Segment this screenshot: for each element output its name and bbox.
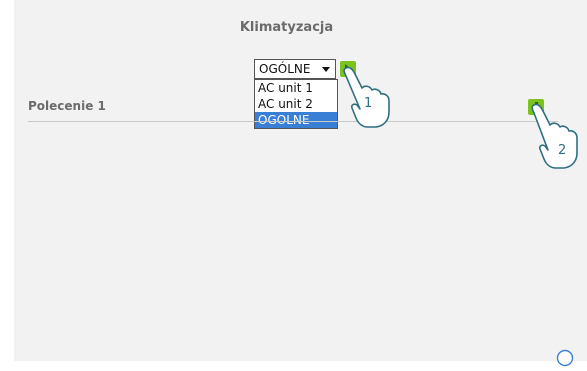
callout-number: 2 xyxy=(558,143,567,158)
pointing-hand-icon xyxy=(531,103,578,169)
main-panel xyxy=(14,0,587,361)
callout-hand-2: 2 xyxy=(528,103,584,173)
chevron-down-icon xyxy=(322,67,330,72)
callout-hand-1: 1 xyxy=(340,66,396,132)
dropdown-option[interactable]: AC unit 1 xyxy=(255,80,337,96)
unit-select-value: OGÓLNE xyxy=(259,62,311,76)
command-row-label: Polecenie 1 xyxy=(28,99,106,113)
row-divider xyxy=(28,121,558,122)
unit-select[interactable]: OGÓLNE xyxy=(254,59,336,79)
callout-number: 1 xyxy=(364,96,373,111)
dropdown-option[interactable]: AC unit 2 xyxy=(255,96,337,112)
help-icon xyxy=(556,349,574,367)
page-title: Klimatyzacja xyxy=(239,20,334,35)
dropdown-option-selected[interactable]: OGOLNE xyxy=(255,112,337,128)
help-button[interactable] xyxy=(556,349,574,367)
